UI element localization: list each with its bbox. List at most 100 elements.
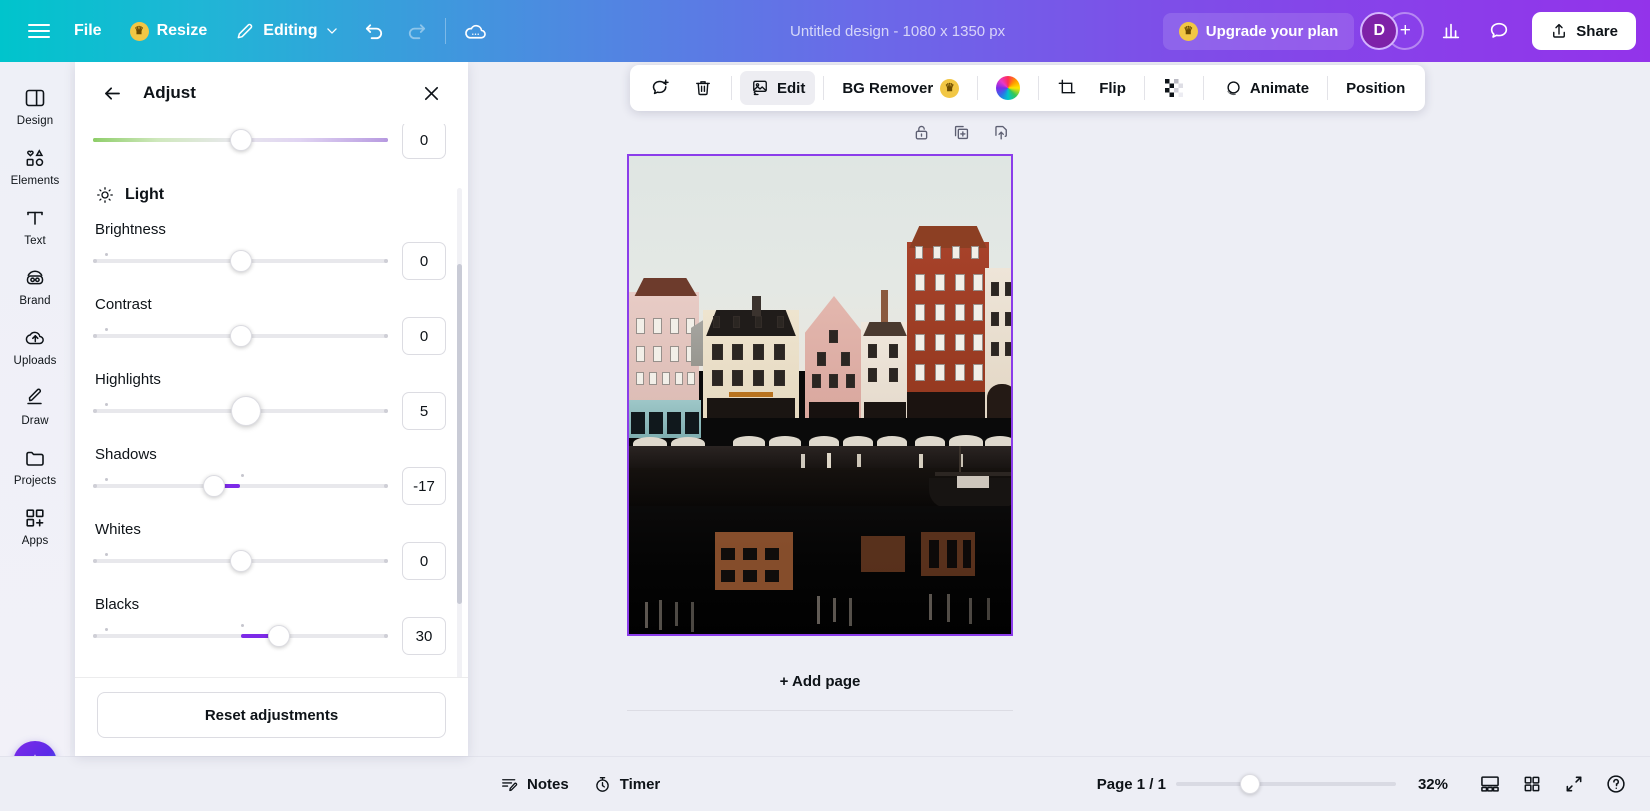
left-sidebar: Design Elements Text [0,62,70,811]
bg-remover-button[interactable]: BG Remover ♛ [832,71,969,105]
reset-adjustments-button[interactable]: Reset adjustments [97,692,446,738]
add-page-button[interactable]: + Add page [627,658,1013,704]
toolbar-divider [731,76,732,100]
bottom-bar-right: Page 1 / 1 32% [1097,768,1632,800]
element-toolbar: Edit BG Remover ♛ [630,65,1425,111]
zoom-slider[interactable] [1176,772,1396,796]
timer-button[interactable]: Timer [581,767,673,802]
delete-element-button[interactable] [683,71,723,105]
zoom-level-label: 32% [1418,776,1448,793]
crop-button[interactable] [1047,71,1087,105]
export-page-icon [992,123,1011,142]
whites-value-input[interactable]: 0 [402,542,446,580]
slider-thumb[interactable] [230,250,252,272]
whites-field: Whites 0 [93,521,446,580]
share-button[interactable]: Share [1532,12,1636,50]
whites-label: Whites [95,521,446,538]
transparency-button[interactable] [1153,71,1195,105]
slider-thumb[interactable] [231,396,261,426]
editing-mode-button[interactable]: Editing [221,13,353,49]
slider-thumb[interactable] [230,325,252,347]
contrast-value-input[interactable]: 0 [402,317,446,355]
resize-button[interactable]: ♛ Resize [116,14,222,49]
slider-thumb[interactable] [203,475,225,497]
fullscreen-button[interactable] [1558,768,1590,800]
brightness-label: Brightness [95,221,446,238]
panel-scrollbar-thumb[interactable] [457,264,462,604]
canvas-photo[interactable] [629,156,1011,634]
sidebar-item-text[interactable]: Text [1,196,69,254]
brand-icon [23,266,47,290]
hamburger-icon [28,24,50,39]
editing-label: Editing [263,22,317,40]
lock-page-button[interactable] [908,119,934,145]
insights-button[interactable] [1430,10,1472,52]
slider-thumb[interactable] [268,625,290,647]
cloud-status-button[interactable] [454,10,496,52]
tint-slider[interactable] [93,127,388,153]
sidebar-item-projects[interactable]: Projects [1,436,69,494]
highlights-value-input[interactable]: 5 [402,392,446,430]
main-menu-button[interactable] [18,10,60,52]
position-button[interactable]: Position [1336,71,1415,105]
zoom-thumb[interactable] [1240,774,1260,794]
insights-icon [1440,20,1462,42]
close-icon [421,83,442,104]
sidebar-item-draw[interactable]: Draw [1,376,69,434]
presentation-view-button[interactable] [1474,768,1506,800]
blacks-slider[interactable] [93,619,388,653]
upgrade-plan-button[interactable]: ♛ Upgrade your plan [1163,13,1355,50]
grid-view-button[interactable] [1516,768,1548,800]
photo-building [703,310,799,418]
photo-shopfront [629,400,701,438]
animate-button[interactable]: Animate [1212,71,1319,105]
slider-tick [105,328,108,331]
panel-back-button[interactable] [97,78,127,108]
slider-cap-right [384,634,388,638]
panel-close-button[interactable] [416,78,446,108]
slider-thumb[interactable] [230,550,252,572]
contrast-slider[interactable] [93,319,388,353]
cloud-saving-icon [463,19,488,44]
tint-value-input[interactable]: 0 [402,124,446,159]
highlights-slider[interactable] [93,394,388,428]
redo-button[interactable] [395,10,437,52]
shadows-slider[interactable] [93,469,388,503]
design-title[interactable]: Untitled design - 1080 x 1350 px [790,0,1005,62]
design-icon [23,86,47,110]
blacks-value-input[interactable]: 30 [402,617,446,655]
color-button[interactable] [986,71,1030,105]
duplicate-page-button[interactable] [948,119,974,145]
notes-button[interactable]: Notes [488,767,581,802]
file-menu-label: File [74,22,102,40]
toolbar-divider [823,76,824,100]
undo-button[interactable] [353,10,395,52]
export-page-button[interactable] [988,119,1014,145]
uploads-icon [23,326,47,350]
sidebar-item-design[interactable]: Design [1,76,69,134]
design-canvas[interactable] [627,154,1013,636]
shadows-value-input[interactable]: -17 [402,467,446,505]
sidebar-item-apps[interactable]: Apps [1,496,69,554]
adjust-panel-body[interactable]: 0 Light Brightness [75,124,468,677]
sidebar-item-elements[interactable]: Elements [1,136,69,194]
file-menu-button[interactable]: File [60,14,116,48]
apps-icon [23,506,47,530]
help-button[interactable] [1600,768,1632,800]
sidebar-item-uploads[interactable]: Uploads [1,316,69,374]
sidebar-item-brand[interactable]: Brand [1,256,69,314]
edit-image-button[interactable]: Edit [740,71,815,105]
tint-slider-field: 0 [93,124,446,159]
slider-cap-left [93,259,97,263]
brightness-slider[interactable] [93,244,388,278]
page-indicator: Page 1 / 1 [1097,776,1166,793]
undo-icon [363,20,386,43]
add-comment-button[interactable] [640,71,681,105]
brightness-value-input[interactable]: 0 [402,242,446,280]
comments-button[interactable] [1478,10,1520,52]
notes-icon [500,775,519,794]
slider-thumb[interactable] [230,129,252,151]
flip-button[interactable]: Flip [1089,71,1136,105]
whites-slider[interactable] [93,544,388,578]
canvas-workspace[interactable]: Edit BG Remover ♛ [470,62,1650,756]
